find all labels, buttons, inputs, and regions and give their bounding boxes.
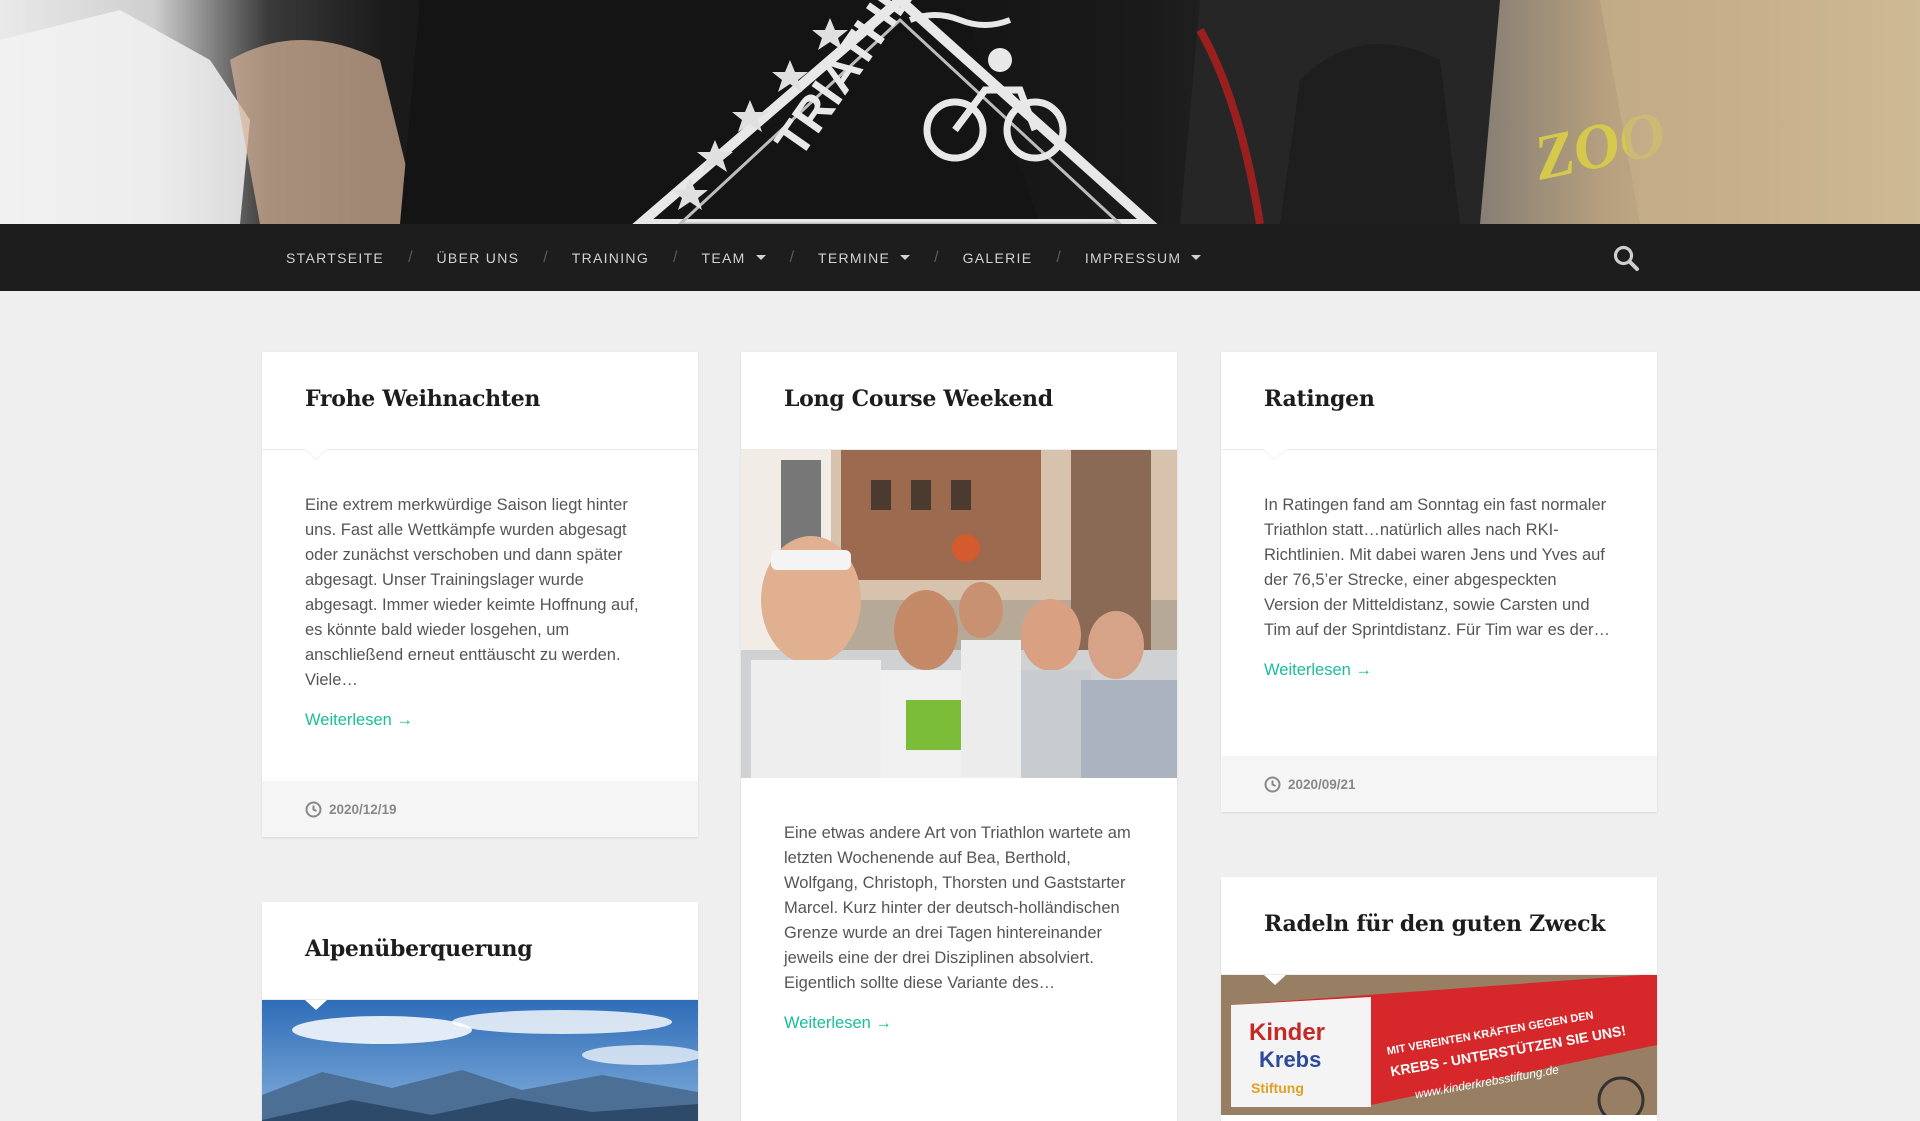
logo-krebs: Krebs: [1259, 1047, 1321, 1072]
mountain-photo: [262, 1000, 698, 1121]
clock-icon: [305, 801, 322, 817]
post-excerpt: In Ratingen fand am Sonntag ein fast nor…: [1264, 496, 1610, 639]
post-title[interactable]: Alpenüberquerung: [305, 936, 533, 962]
clock-icon: [1264, 776, 1281, 792]
nav-item-label: Über uns: [436, 249, 520, 266]
nav-item-termine[interactable]: Termine: [794, 224, 934, 291]
charity-banner-photo: Kinder Krebs Stiftung MIT VEREINTEN KRÄF…: [1221, 975, 1657, 1115]
read-more-link[interactable]: Weiterlesen →: [305, 711, 413, 730]
nav-item-label: Training: [571, 249, 650, 266]
nav-item-training[interactable]: Training: [548, 224, 673, 291]
main-navigation: Startseite / Über uns / Training / Team …: [0, 224, 1920, 291]
banner-photo: TRIATHLON ZOO: [0, 0, 1920, 224]
caret-down-icon: [1191, 255, 1202, 260]
nav-item-impressum[interactable]: Impressum: [1061, 224, 1226, 291]
post-featured-image[interactable]: [741, 450, 1177, 778]
nav-item-startseite[interactable]: Startseite: [262, 224, 408, 291]
nav-menu: Startseite / Über uns / Training / Team …: [262, 224, 1225, 291]
post-card-header: Ratingen: [1221, 352, 1657, 460]
logo-stiftung: Stiftung: [1251, 1080, 1304, 1096]
post-card-header: Long Course Weekend: [741, 352, 1177, 450]
read-more-link[interactable]: Weiterlesen →: [784, 1014, 892, 1033]
search-icon[interactable]: [1612, 244, 1640, 272]
nav-item-label: Impressum: [1084, 249, 1182, 266]
post-card: Long Course Weekend Eine etwas andere Ar…: [741, 352, 1177, 1121]
post-featured-image[interactable]: Kinder Krebs Stiftung MIT VEREINTEN KRÄF…: [1221, 975, 1657, 1115]
post-excerpt: Eine extrem merkwürdige Saison liegt hin…: [305, 496, 639, 689]
notch-arrow: [305, 449, 327, 459]
post-featured-image[interactable]: [262, 1000, 698, 1121]
group-photo: [741, 450, 1177, 778]
post-card: Alpenüberquerung: [262, 902, 698, 1121]
post-meta-footer: 2020/09/21: [1221, 756, 1657, 812]
post-date[interactable]: 2020/09/21: [1288, 777, 1356, 792]
post-meta-footer: 2020/12/19: [262, 781, 698, 837]
nav-item-team[interactable]: Team: [677, 224, 789, 291]
caret-down-icon: [755, 255, 766, 260]
nav-item-label: Team: [701, 249, 746, 266]
read-more-link[interactable]: Weiterlesen →: [1264, 661, 1372, 680]
post-title[interactable]: Radeln für den guten Zweck: [1264, 911, 1606, 937]
nav-item-label: Termine: [818, 249, 891, 266]
logo-kinder: Kinder: [1249, 1019, 1325, 1046]
post-card: Ratingen In Ratingen fand am Sonntag ein…: [1221, 352, 1657, 812]
caret-down-icon: [900, 255, 911, 260]
post-card-header: Frohe Weihnachten: [262, 352, 698, 460]
post-card: Frohe Weihnachten Eine extrem merkwürdig…: [262, 352, 698, 837]
notch-arrow: [305, 1000, 327, 1010]
nav-item-label: Startseite: [286, 249, 385, 266]
post-card-header: Radeln für den guten Zweck: [1221, 877, 1657, 975]
post-card: Radeln für den guten Zweck Kinder Krebs …: [1221, 877, 1657, 1121]
post-excerpt: Eine etwas andere Art von Triathlon wart…: [784, 824, 1131, 992]
nav-item-label: Galerie: [962, 249, 1033, 266]
post-title[interactable]: Ratingen: [1264, 386, 1375, 412]
post-date[interactable]: 2020/12/19: [329, 802, 397, 817]
post-title[interactable]: Long Course Weekend: [784, 386, 1053, 412]
notch-arrow: [1264, 449, 1286, 459]
nav-item-ueber-uns[interactable]: Über uns: [413, 224, 544, 291]
nav-item-galerie[interactable]: Galerie: [939, 224, 1057, 291]
notch-arrow: [1264, 975, 1286, 985]
post-title[interactable]: Frohe Weihnachten: [305, 386, 540, 412]
header-banner-image: TRIATHLON ZOO: [0, 0, 1920, 224]
post-card-header: Alpenüberquerung: [262, 902, 698, 1000]
